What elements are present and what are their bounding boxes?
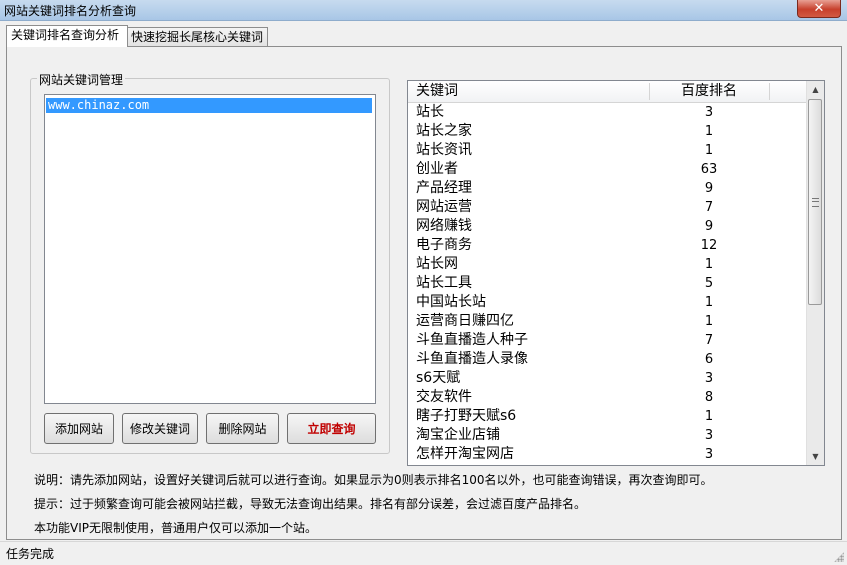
table-row[interactable]: 怎样开淘宝网店 3: [408, 445, 806, 464]
query-now-button[interactable]: 立即查询: [287, 413, 376, 444]
table-row[interactable]: 瞎子打野天赋s6 1: [408, 407, 806, 426]
rank-cell: 3: [704, 428, 714, 443]
table-row[interactable]: 站长之家 1: [408, 122, 806, 141]
delete-site-button[interactable]: 删除网站: [206, 413, 279, 444]
table-row[interactable]: 站长网 1: [408, 255, 806, 274]
keyword-cell: 瞎子打野天赋s6: [416, 408, 517, 424]
rank-cell: 3: [704, 105, 714, 120]
add-site-button[interactable]: 添加网站: [44, 413, 114, 444]
keyword-cell: 站长之家: [416, 123, 472, 139]
table-row[interactable]: 站长资讯 1: [408, 141, 806, 160]
keyword-cell: 网站运营: [416, 199, 472, 215]
rank-cell: 1: [704, 124, 714, 139]
table-row[interactable]: 站长 3: [408, 103, 806, 122]
status-bar: 任务完成: [0, 541, 847, 565]
table-row[interactable]: 交友软件 8: [408, 388, 806, 407]
table-row[interactable]: s6天赋 3: [408, 369, 806, 388]
rank-cell: 1: [704, 409, 714, 424]
edit-keywords-button[interactable]: 修改关键词: [122, 413, 198, 444]
table-row[interactable]: 创业者 63: [408, 160, 806, 179]
instruction-note: 说明：请先添加网站，设置好关键词后就可以进行查询。如果显示为0则表示排名100名…: [34, 473, 713, 487]
column-divider: [769, 83, 770, 100]
rank-cell: 9: [704, 181, 714, 196]
scroll-up-icon[interactable]: ▲: [807, 81, 824, 98]
keyword-cell: 斗鱼直播造人录像: [416, 351, 528, 367]
group-title: 网站关键词管理: [37, 71, 126, 88]
keyword-cell: 怎样开淘宝网店: [416, 446, 514, 462]
rank-cell: 6: [704, 352, 714, 367]
site-list-item[interactable]: www.chinaz.com: [46, 98, 372, 113]
table-header: 关键词 百度排名: [408, 81, 806, 103]
rank-cell: 7: [704, 200, 714, 215]
table-row[interactable]: 运营商日赚四亿 1: [408, 312, 806, 331]
grip-icon: [812, 198, 819, 207]
rank-cell: 1: [704, 143, 714, 158]
keyword-cell: s6天赋: [416, 370, 461, 386]
table-row[interactable]: 淘宝企业店铺 3: [408, 426, 806, 445]
table-row[interactable]: 斗鱼直播造人种子 7: [408, 331, 806, 350]
table-row[interactable]: 网络赚钱 9: [408, 217, 806, 236]
keyword-cell: 创业者: [416, 161, 458, 177]
keyword-cell: 斗鱼直播造人种子: [416, 332, 528, 348]
vip-note: 本功能VIP无限制使用，普通用户仅可以添加一个站。: [34, 521, 317, 535]
close-button[interactable]: ✕: [797, 0, 841, 18]
resize-grip-icon[interactable]: [834, 552, 844, 562]
table-body: 站长 3 站长之家 1 站长资讯 1 创业者 63 产品经理 9 网站运营 7 网络赚钱 9 电子商务 12 站…: [408, 103, 806, 464]
rank-cell: 5: [704, 276, 714, 291]
warning-note: 提示：过于频繁查询可能会被网站拦截，导致无法查询出结果。排名有部分误差，会过滤百…: [34, 497, 587, 511]
tab-keyword-rank-query[interactable]: 关键词排名查询分析: [6, 25, 128, 47]
keyword-cell: 站长: [416, 104, 444, 120]
column-header-keyword[interactable]: 关键词: [416, 81, 458, 102]
keyword-cell: 交友软件: [416, 389, 472, 405]
table-row[interactable]: 斗鱼直播造人录像 6: [408, 350, 806, 369]
keyword-cell: 运营商日赚四亿: [416, 313, 514, 329]
site-management-group: 网站关键词管理 www.chinaz.com: [30, 71, 390, 454]
table-row[interactable]: 站长工具 5: [408, 274, 806, 293]
rank-cell: 1: [704, 295, 714, 310]
title-bar: 网站关键词排名分析查询 ✕: [0, 0, 847, 21]
table-row[interactable]: 中国站长站 1: [408, 293, 806, 312]
rank-cell: 1: [704, 314, 714, 329]
keyword-cell: 淘宝企业店铺: [416, 427, 500, 443]
rank-cell: 9: [704, 219, 714, 234]
rank-cell: 63: [700, 162, 718, 177]
keyword-cell: 站长资讯: [416, 142, 472, 158]
rank-cell: 7: [704, 333, 714, 348]
rank-cell: 1: [704, 257, 714, 272]
keyword-cell: 产品经理: [416, 180, 472, 196]
rank-cell: 8: [704, 390, 714, 405]
status-text: 任务完成: [6, 547, 55, 561]
scroll-down-icon[interactable]: ▼: [807, 448, 824, 465]
window-title: 网站关键词排名分析查询: [4, 4, 137, 18]
table-row[interactable]: 网站运营 7: [408, 198, 806, 217]
keyword-cell: 站长工具: [416, 275, 472, 291]
keyword-cell: 网络赚钱: [416, 218, 472, 234]
rank-cell: 3: [704, 447, 714, 462]
scrollbar-thumb[interactable]: [808, 99, 822, 305]
keyword-cell: 站长网: [416, 256, 458, 272]
rank-cell: 3: [704, 371, 714, 386]
site-list[interactable]: www.chinaz.com: [44, 94, 376, 404]
keyword-cell: 中国站长站: [416, 294, 486, 310]
table-row[interactable]: 产品经理 9: [408, 179, 806, 198]
tab-long-tail-keywords[interactable]: 快速挖掘长尾核心关键词: [126, 27, 268, 47]
keyword-cell: 电子商务: [416, 237, 472, 253]
rank-cell: 12: [700, 238, 718, 253]
keyword-rank-table[interactable]: 关键词 百度排名 站长 3 站长之家 1 站长资讯 1 创业者 63 产品经理 9 网站运营 7 网络赚…: [407, 80, 825, 466]
vertical-scrollbar[interactable]: ▲ ▼: [806, 81, 824, 465]
table-row[interactable]: 电子商务 12: [408, 236, 806, 255]
column-header-rank[interactable]: 百度排名: [649, 81, 769, 102]
